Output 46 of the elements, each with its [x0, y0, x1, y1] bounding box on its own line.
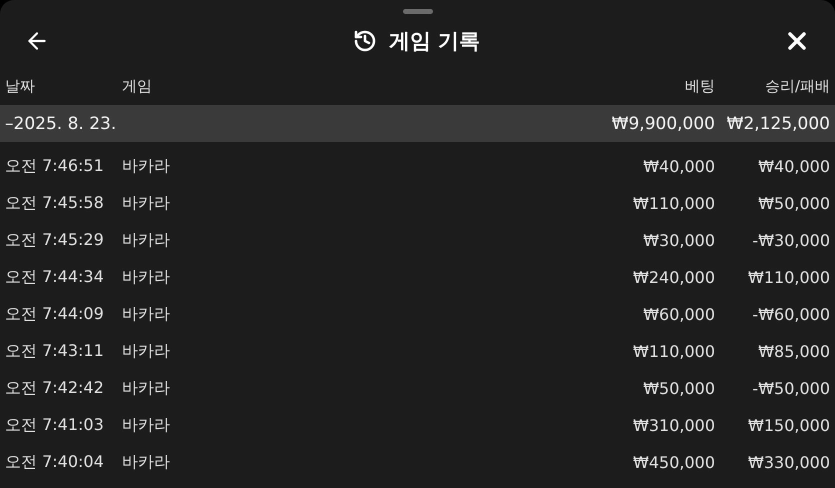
column-header: 날짜 — [5, 77, 36, 96]
table-cell-text: ₩110,000 — [747, 268, 830, 287]
table-cell-text: ₩2,125,000 — [726, 114, 830, 134]
table-cell-text: ₩110,000 — [632, 342, 715, 361]
column-header: 베팅 — [684, 77, 715, 96]
window-title: 게임 기록 — [388, 28, 480, 55]
table-cell-text: 바카라 — [122, 378, 171, 399]
table-cell-text: ₩110,000 — [632, 194, 715, 213]
date-group-label[interactable]: –2025. 8. 23. — [5, 114, 122, 134]
column-header: 게임 — [122, 77, 153, 96]
table-cell-text: ₩150,000 — [747, 416, 830, 435]
table-cell-text: 바카라 — [122, 230, 171, 251]
table-cell-text: -₩60,000 — [751, 305, 830, 324]
table-cell-text: 오전 7:40:04 — [5, 452, 105, 473]
table-cell-text: 오전 7:44:09 — [5, 304, 105, 325]
drag-handle[interactable] — [402, 9, 432, 14]
table-cell-text: 오전 7:41:03 — [5, 415, 105, 436]
table-cell-text: 바카라 — [122, 452, 171, 473]
table-cell-text: ₩50,000 — [642, 379, 715, 398]
table-cell-text: 오전 7:44:34 — [5, 267, 105, 288]
table-cell-text: 바카라 — [122, 193, 171, 214]
table-cell-text: 바카라 — [122, 415, 171, 436]
table-cell-text: 오전 7:46:51 — [5, 156, 105, 177]
table-cell-text: ₩240,000 — [632, 268, 715, 287]
table-cell-text: 오전 7:45:29 — [5, 230, 105, 251]
table-cell-text: 오전 7:45:58 — [5, 193, 105, 214]
table-cell-text: 바카라 — [122, 267, 171, 288]
table-cell-text: ₩40,000 — [642, 157, 715, 176]
history-icon — [352, 29, 377, 53]
table-cell-text: 오전 7:42:42 — [5, 378, 105, 399]
column-header: 승리/패배 — [764, 77, 830, 96]
table-cell-text: ₩50,000 — [757, 194, 830, 213]
table-cell-text: 오전 7:43:11 — [5, 341, 105, 362]
table-cell-text: ₩60,000 — [642, 305, 715, 324]
table-cell-text: -₩50,000 — [751, 379, 830, 398]
table-cell-text: ₩85,000 — [757, 342, 830, 361]
table-cell-text: ₩9,900,000 — [610, 114, 715, 134]
table-cell-text: ₩310,000 — [632, 416, 715, 435]
table-cell-text: 바카라 — [122, 156, 171, 177]
table-cell-text: ₩450,000 — [632, 453, 715, 472]
table-cell-text: 바카라 — [122, 341, 171, 362]
table-cell-text: 바카라 — [122, 304, 171, 325]
table-cell-text: ₩40,000 — [757, 157, 830, 176]
table-cell-text: -₩30,000 — [751, 231, 830, 250]
table-cell-text: ₩330,000 — [747, 453, 830, 472]
table-cell-text: ₩30,000 — [642, 231, 715, 250]
